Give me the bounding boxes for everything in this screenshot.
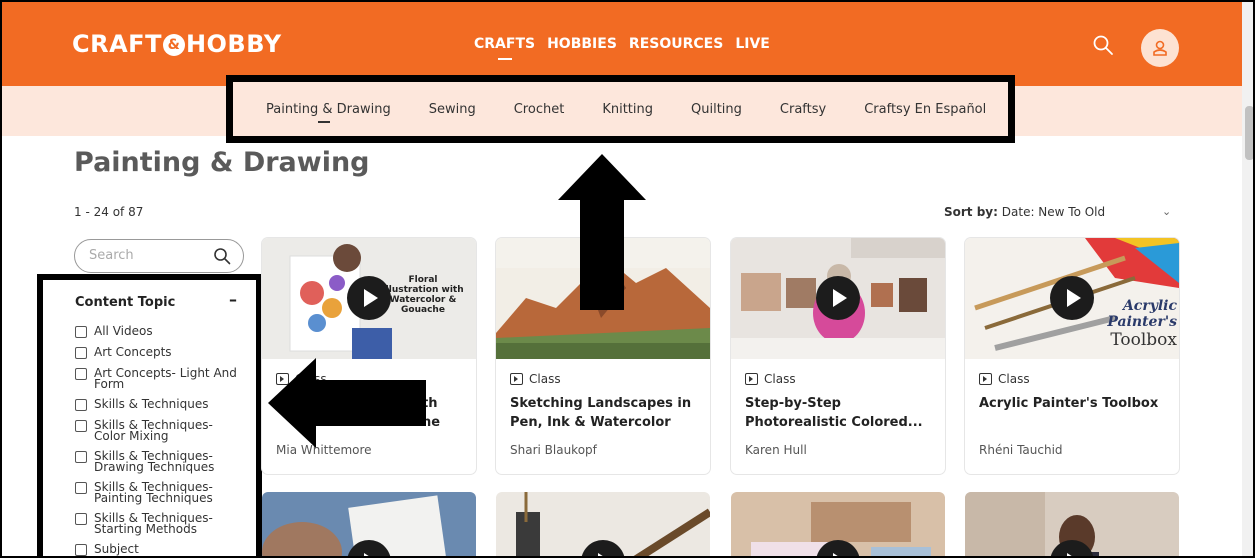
- class-card[interactable]: Acrylic Painter's Toolbox Class Acrylic …: [965, 238, 1179, 474]
- nav-crafts[interactable]: CRAFTS: [474, 36, 535, 60]
- checkbox[interactable]: [75, 347, 87, 359]
- filter-item[interactable]: Skills & Techniques- Starting Methods: [75, 511, 244, 536]
- subnav-craftsy[interactable]: Craftsy: [780, 102, 826, 117]
- filter-item[interactable]: Skills & Techniques- Painting Techniques: [75, 480, 244, 505]
- nav-resources[interactable]: RESOURCES: [629, 36, 723, 52]
- filter-title: Content Topic: [75, 295, 176, 310]
- sort-value: Date: New To Old: [1001, 205, 1106, 219]
- filter-item[interactable]: Skills & Techniques- Color Mixing: [75, 418, 244, 443]
- collapse-icon[interactable]: –: [229, 290, 237, 309]
- class-card[interactable]: [965, 492, 1179, 556]
- checkbox[interactable]: [75, 368, 87, 380]
- subnav-crochet[interactable]: Crochet: [514, 102, 565, 117]
- filter-item[interactable]: Skills & Techniques- Drawing Techniques: [75, 449, 244, 474]
- main-nav: CRAFTS HOBBIES RESOURCES LIVE: [474, 36, 770, 60]
- card-author[interactable]: Karen Hull: [745, 443, 807, 457]
- page-scrollbar[interactable]: [1242, 2, 1253, 556]
- card-title[interactable]: Step-by-Step Photorealistic Colored...: [745, 394, 935, 432]
- filter-item[interactable]: Subject: [75, 542, 244, 556]
- checkbox[interactable]: [75, 326, 87, 338]
- card-type: Class: [745, 372, 796, 386]
- nav-hobbies[interactable]: HOBBIES: [547, 36, 617, 52]
- thumb-title-line: Toolbox: [1110, 330, 1177, 350]
- result-range: 1 - 24: [74, 205, 109, 219]
- card-type: Class: [510, 372, 561, 386]
- arrow-up-icon: [558, 154, 646, 310]
- card-type-label: Class: [764, 372, 796, 386]
- logo-text-right: HOBBY: [185, 30, 282, 58]
- filter-label: Skills & Techniques- Color Mixing: [94, 418, 213, 443]
- card-author[interactable]: Rhéni Tauchid: [979, 443, 1063, 457]
- filter-label: Skills & Techniques- Starting Methods: [94, 511, 213, 536]
- user-icon: [1153, 40, 1167, 56]
- logo-ampersand: &: [162, 34, 185, 56]
- checkbox[interactable]: [75, 420, 87, 432]
- class-icon: [745, 373, 758, 385]
- checkbox[interactable]: [75, 544, 87, 556]
- filter-label: Skills & Techniques- Drawing Techniques: [94, 449, 215, 474]
- sort-label: Sort by:: [944, 205, 998, 219]
- class-card[interactable]: [496, 492, 710, 556]
- thumb-title: Floral Illustration with Watercolor & Go…: [382, 275, 464, 315]
- filter-label: All Videos: [94, 324, 153, 338]
- class-icon: [979, 373, 992, 385]
- card-type-label: Class: [998, 372, 1030, 386]
- filter-list: All Videos Art Concepts Art Concepts- Li…: [75, 324, 244, 556]
- card-title[interactable]: Sketching Landscapes in Pen, Ink & Water…: [510, 394, 700, 432]
- card-title[interactable]: Acrylic Painter's Toolbox: [979, 394, 1169, 413]
- sort-dropdown[interactable]: Sort by: Date: New To Old ⌄: [944, 205, 1171, 219]
- scrollbar-thumb[interactable]: [1245, 106, 1253, 160]
- class-card[interactable]: [731, 492, 945, 556]
- arrow-left-icon: [268, 358, 426, 448]
- page-title: Painting & Drawing: [74, 147, 370, 178]
- checkbox[interactable]: [75, 513, 87, 525]
- logo-text-left: CRAFT: [72, 30, 162, 58]
- search-icon[interactable]: [1092, 34, 1114, 56]
- nav-live[interactable]: LIVE: [735, 36, 770, 52]
- checkbox[interactable]: [75, 451, 87, 463]
- filter-item[interactable]: Art Concepts: [75, 345, 244, 359]
- page-frame: CRAFT & HOBBY CRAFTS HOBBIES RESOURCES LIV…: [0, 0, 1255, 558]
- filter-label: Subject: [94, 542, 139, 556]
- subnav-sewing[interactable]: Sewing: [429, 102, 476, 117]
- class-card[interactable]: Class Step-by-Step Photorealistic Colore…: [731, 238, 945, 474]
- play-button[interactable]: [1050, 276, 1094, 320]
- content-topic-filter: Content Topic – All Videos Art Concepts …: [37, 274, 262, 556]
- user-avatar-button[interactable]: [1141, 29, 1179, 67]
- play-button[interactable]: [347, 276, 391, 320]
- play-button[interactable]: [816, 276, 860, 320]
- site-header: CRAFT & HOBBY CRAFTS HOBBIES RESOURCES LIV…: [2, 2, 1242, 86]
- card-type-label: Class: [529, 372, 561, 386]
- filter-item[interactable]: Art Concepts- Light And Form: [75, 366, 244, 391]
- sidebar-search: [74, 239, 244, 273]
- class-card[interactable]: [262, 492, 476, 556]
- card-type: Class: [979, 372, 1030, 386]
- filter-item[interactable]: All Videos: [75, 324, 244, 338]
- category-subnav-highlight: Painting & Drawing Sewing Crochet Knitti…: [226, 75, 1015, 143]
- filter-label: Skills & Techniques- Painting Techniques: [94, 480, 213, 505]
- chevron-down-icon: ⌄: [1162, 205, 1172, 218]
- subnav-quilting[interactable]: Quilting: [691, 102, 742, 117]
- class-icon: [510, 373, 523, 385]
- site-logo[interactable]: CRAFT & HOBBY: [72, 30, 282, 58]
- card-author[interactable]: Shari Blaukopf: [510, 443, 597, 457]
- subnav-knitting[interactable]: Knitting: [602, 102, 653, 117]
- filter-item[interactable]: Skills & Techniques: [75, 397, 244, 411]
- search-input[interactable]: [89, 248, 209, 263]
- result-count: 1 - 24 of 87: [74, 205, 143, 219]
- filter-label: Skills & Techniques: [94, 397, 209, 411]
- result-total: of 87: [108, 205, 144, 219]
- subnav-painting-drawing[interactable]: Painting & Drawing: [266, 102, 391, 123]
- checkbox[interactable]: [75, 482, 87, 494]
- checkbox[interactable]: [75, 399, 87, 411]
- filter-label: Art Concepts- Light And Form: [94, 366, 237, 391]
- search-icon[interactable]: [213, 247, 231, 265]
- filter-label: Art Concepts: [94, 345, 172, 359]
- subnav-craftsy-espanol[interactable]: Craftsy En Español: [864, 102, 986, 117]
